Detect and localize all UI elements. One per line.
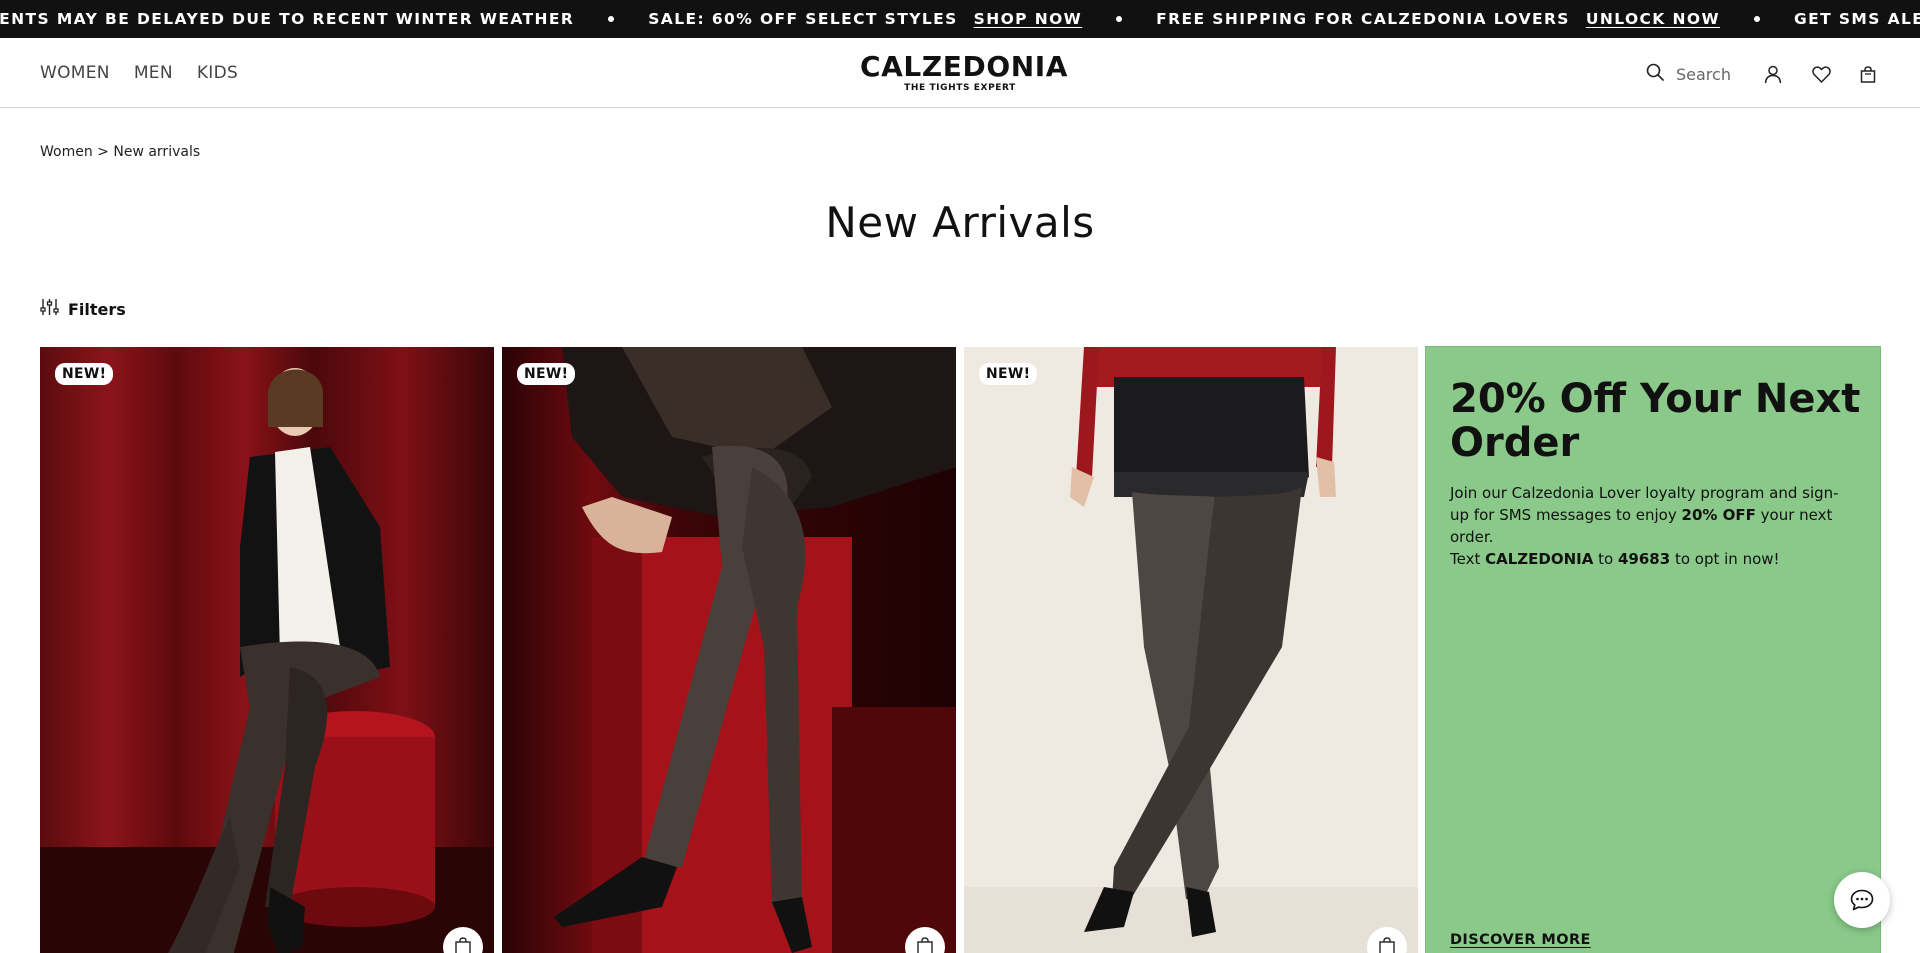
- filters-button[interactable]: Filters: [40, 298, 126, 321]
- new-badge: NEW!: [979, 363, 1038, 385]
- search-icon: [1646, 63, 1664, 86]
- logo-tagline: THE TIGHTS EXPERT: [904, 83, 1016, 93]
- logo-wordmark: CALZEDONIA: [860, 50, 1069, 83]
- promo-text-5: to opt in now!: [1674, 550, 1780, 568]
- main-nav: WOMEN MEN KIDS: [40, 38, 238, 108]
- product-image: [502, 347, 956, 953]
- ticker-separator-dot: [1753, 16, 1760, 22]
- filters-label: Filters: [68, 300, 126, 319]
- shopping-bag-icon: [1379, 937, 1395, 953]
- loyalty-promo-card: 20% Off Your Next Order Join our Calzedo…: [1425, 346, 1881, 953]
- shopping-bag-icon[interactable]: [1857, 63, 1879, 85]
- page-title: New Arrivals: [825, 198, 1095, 247]
- promo-body: Join our Calzedonia Lover loyalty progra…: [1450, 482, 1855, 570]
- ticker-separator-dot: [1116, 16, 1123, 22]
- breadcrumb-current: New arrivals: [113, 144, 201, 160]
- search-button[interactable]: Search: [1646, 63, 1731, 85]
- search-label: Search: [1676, 64, 1731, 84]
- ticker-track: IENTS MAY BE DELAYED DUE TO RECENT WINTE…: [0, 0, 1920, 38]
- shopping-bag-icon: [917, 937, 933, 953]
- chat-button[interactable]: [1834, 872, 1890, 928]
- promo-discount: 20% OFF: [1681, 506, 1756, 524]
- product-card[interactable]: NEW!: [964, 347, 1418, 953]
- ticker-message-free-shipping: FREE SHIPPING FOR CALZEDONIA LOVERS UNLO…: [1156, 10, 1720, 28]
- promo-keyword: CALZEDONIA: [1485, 550, 1594, 568]
- ticker-message-shipping: IENTS MAY BE DELAYED DUE TO RECENT WINTE…: [0, 10, 575, 28]
- nav-kids[interactable]: KIDS: [197, 63, 238, 83]
- ticker-message-sms: GET SMS ALERTS & 20% OF: [1793, 10, 1920, 28]
- ticker-sale-text: SALE: 60% OFF SELECT STYLES: [648, 10, 958, 28]
- wishlist-heart-icon[interactable]: [1810, 63, 1832, 85]
- nav-men[interactable]: MEN: [134, 63, 173, 83]
- filters-sliders-icon: [40, 298, 59, 321]
- ticker-separator-dot: [608, 16, 615, 22]
- announcement-ticker: IENTS MAY BE DELAYED DUE TO RECENT WINTE…: [0, 0, 1920, 38]
- shop-now-link[interactable]: SHOP NOW: [974, 10, 1083, 28]
- ticker-free-shipping-text: FREE SHIPPING FOR CALZEDONIA LOVERS: [1156, 10, 1570, 28]
- site-header: WOMEN MEN KIDS CALZEDONIA THE TIGHTS EXP…: [0, 38, 1920, 108]
- breadcrumb-link-women[interactable]: Women: [40, 144, 93, 160]
- product-card[interactable]: NEW!: [40, 347, 494, 953]
- product-image: [40, 347, 494, 953]
- unlock-now-link[interactable]: UNLOCK NOW: [1586, 10, 1720, 28]
- new-badge: NEW!: [55, 363, 114, 385]
- calzedonia-logo[interactable]: CALZEDONIA THE TIGHTS EXPERT: [860, 50, 1069, 94]
- ticker-message-sale: SALE: 60% OFF SELECT STYLES SHOP NOW: [648, 10, 1082, 28]
- account-icon[interactable]: [1762, 63, 1784, 85]
- discover-more-link[interactable]: DISCOVER MORE: [1450, 932, 1591, 948]
- promo-shortcode: 49683: [1618, 550, 1671, 568]
- promo-title: 20% Off Your Next Order: [1450, 376, 1861, 466]
- product-card[interactable]: NEW!: [502, 347, 956, 953]
- product-image: [964, 347, 1418, 953]
- chat-bubble-icon: [1850, 889, 1874, 911]
- new-badge: NEW!: [517, 363, 576, 385]
- nav-women[interactable]: WOMEN: [40, 63, 110, 83]
- shopping-bag-icon: [455, 937, 471, 953]
- promo-text-3: Text: [1450, 550, 1481, 568]
- breadcrumb-separator: >: [97, 144, 109, 160]
- breadcrumb: Women > New arrivals: [40, 144, 200, 160]
- promo-text-4: to: [1598, 550, 1614, 568]
